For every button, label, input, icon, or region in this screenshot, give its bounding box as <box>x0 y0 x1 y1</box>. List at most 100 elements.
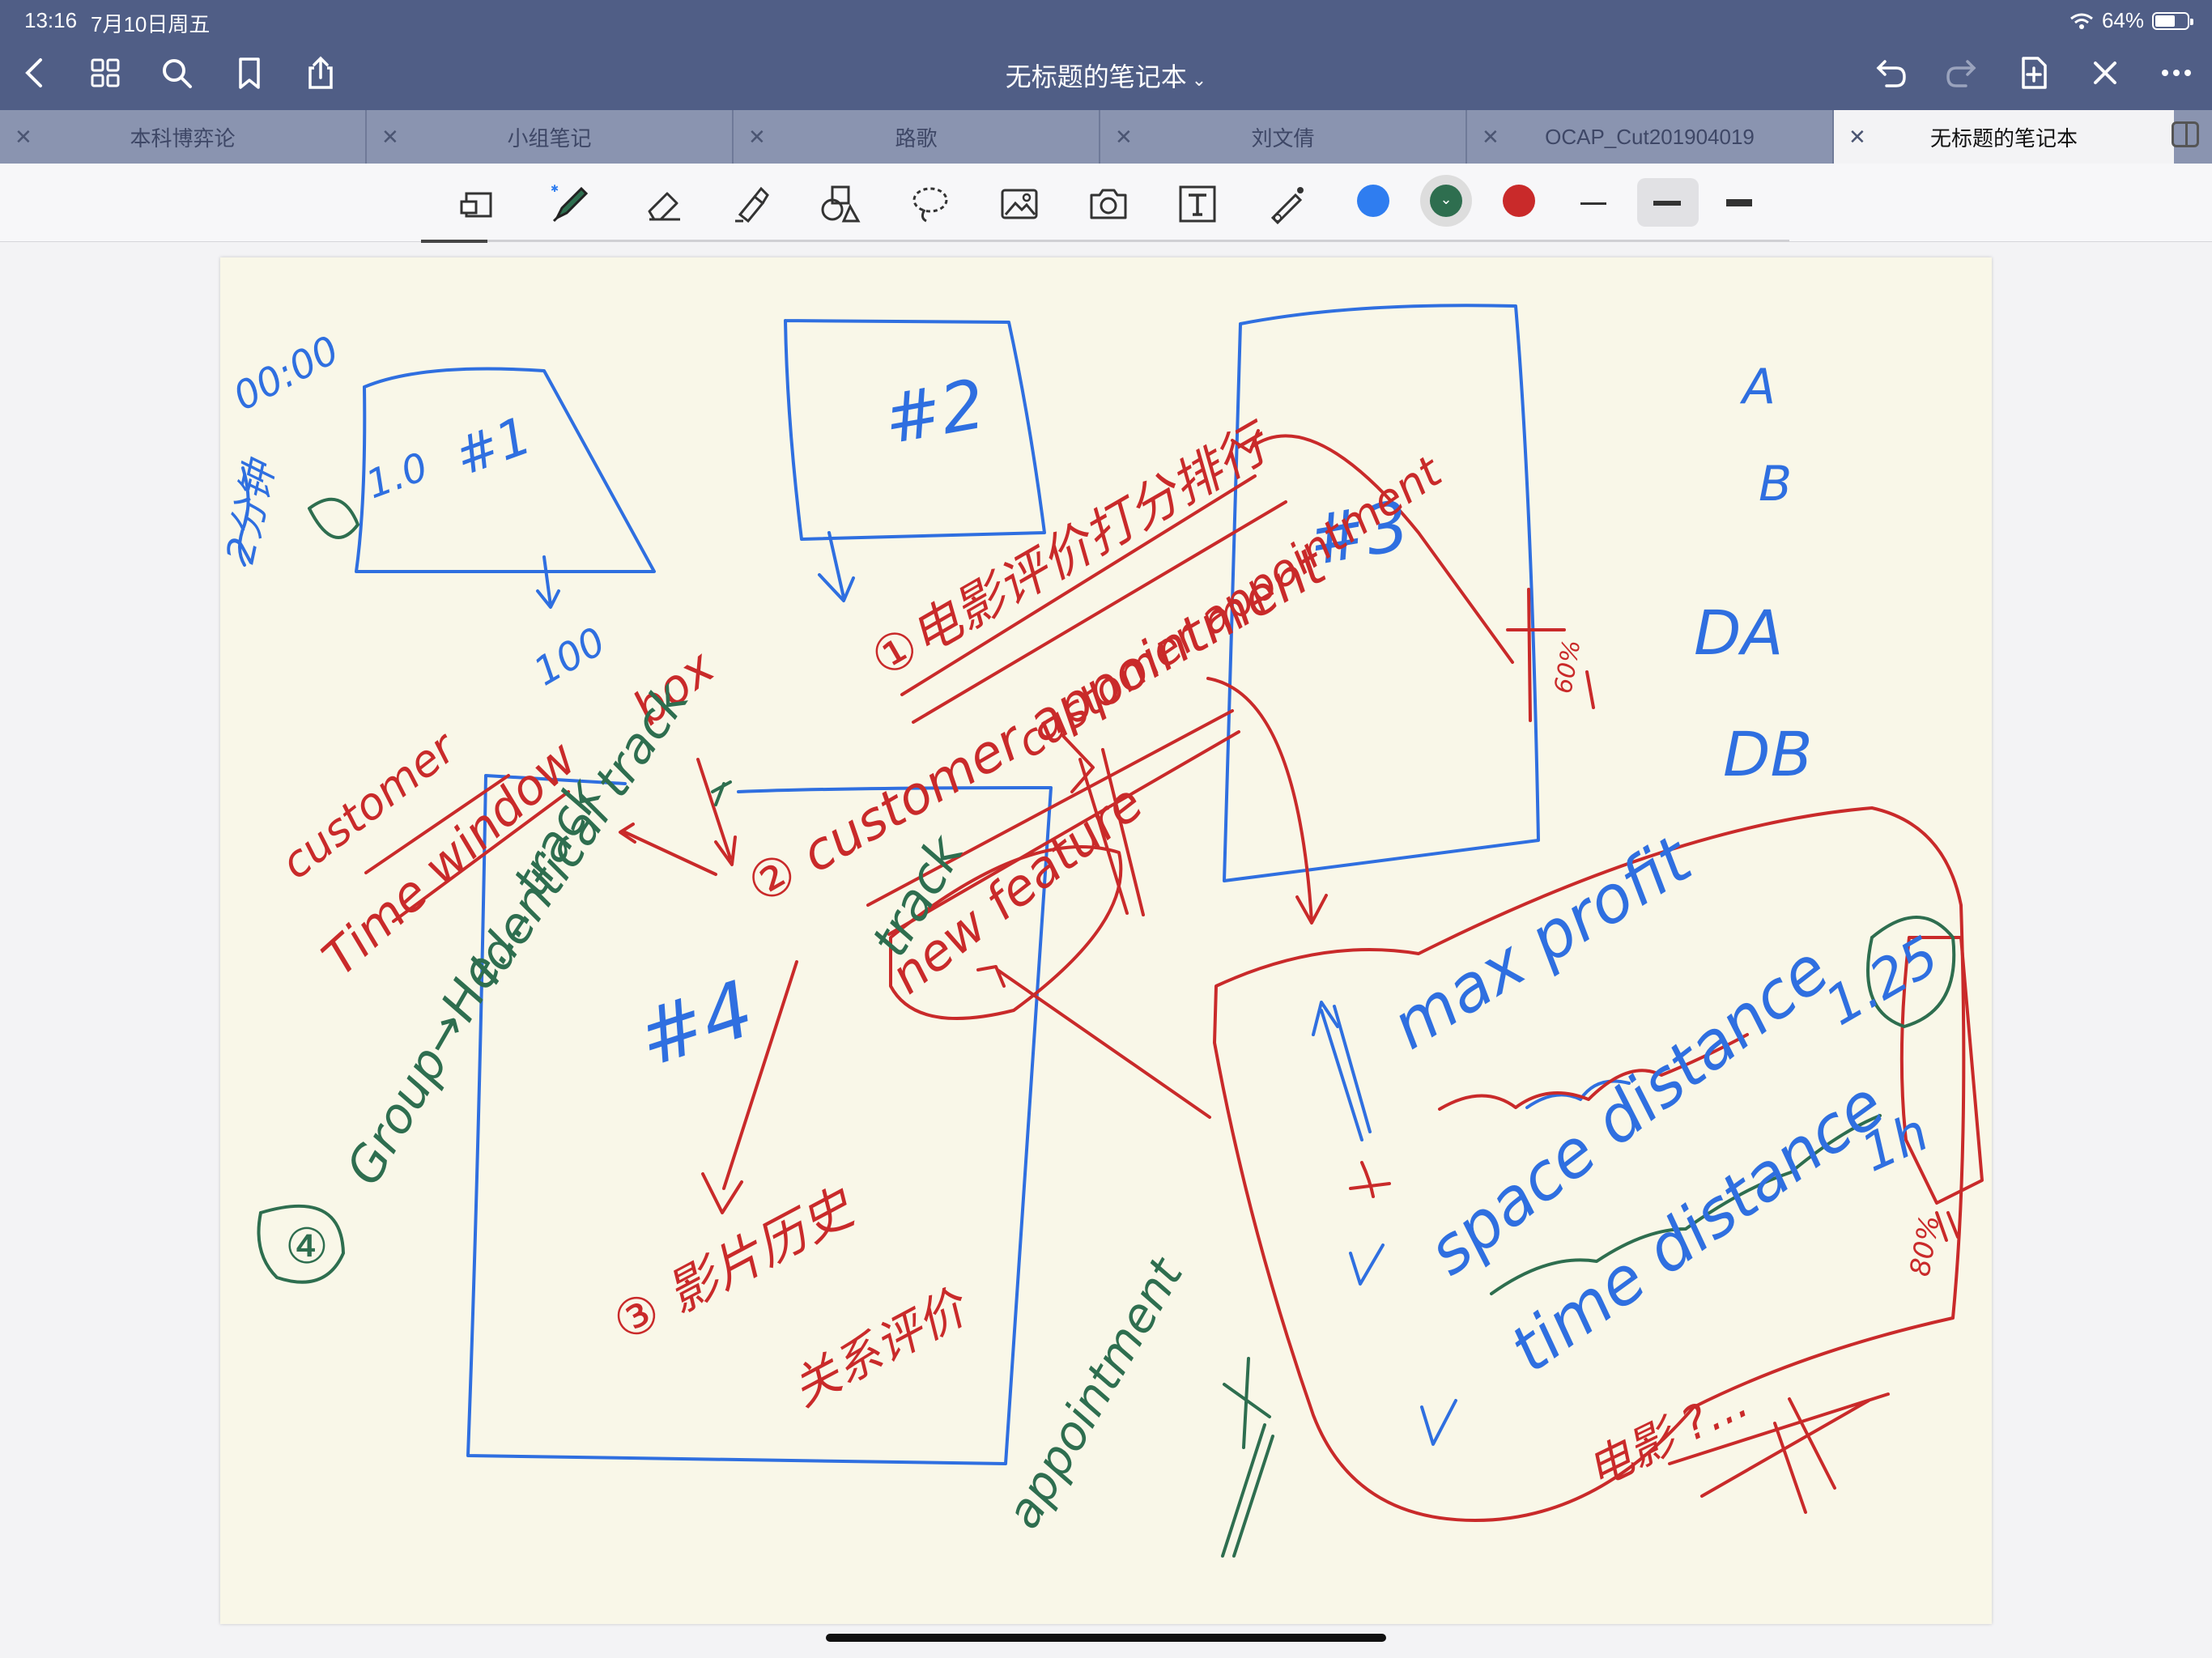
tab-label: 小组笔记 <box>507 125 592 151</box>
shapes-tool[interactable] <box>811 178 868 230</box>
blue-text-2min: 2分钟 <box>220 453 284 567</box>
close-button[interactable] <box>2081 49 2129 97</box>
pen-icon: ✱ <box>551 183 589 223</box>
blue-text-max-profit: max profit <box>1379 821 1706 1064</box>
blue-text-100: 100 <box>526 619 613 695</box>
reader-tool-indicator <box>421 240 487 243</box>
redo-button[interactable] <box>1937 49 1985 97</box>
eraser-icon <box>648 192 680 221</box>
document-title-text: 无标题的笔记本 <box>1005 62 1187 91</box>
check-red <box>1349 1161 1391 1198</box>
tab-label: OCAP_Cut201904019 <box>1545 124 1755 149</box>
wifi-icon <box>2070 13 2093 29</box>
stroke-thick[interactable] <box>1726 199 1752 206</box>
tab-close-icon[interactable]: ✕ <box>381 125 399 150</box>
check-2 <box>1420 1399 1457 1446</box>
tab-2[interactable]: ✕ 小组笔记 <box>367 110 734 164</box>
drawing-toolbar: ✱ <box>0 164 2212 242</box>
more-icon <box>2162 70 2191 76</box>
blue-text-DB: DB <box>1723 718 1813 790</box>
toolbar-divider <box>421 240 1789 242</box>
redo-icon <box>1946 60 1976 87</box>
tab-bar: ✕ 本科博弈论 ✕ 小组笔记 ✕ 路歌 ✕ 刘文倩 ✕ OCAP_Cut201904019… <box>0 110 2212 164</box>
red-text-80: 80% <box>1904 1213 1946 1278</box>
add-page-button[interactable] <box>2010 49 2058 97</box>
tab-close-icon[interactable]: ✕ <box>1482 125 1499 150</box>
text-icon <box>1179 185 1216 223</box>
reader-tool[interactable] <box>450 178 507 230</box>
document-reader-icon <box>460 192 492 218</box>
color-red[interactable] <box>1503 185 1535 217</box>
laser-pointer-icon <box>1270 187 1304 225</box>
tab-6-active[interactable]: ✕ 无标题的笔记本 <box>1834 110 2174 164</box>
chevron-down-icon: ⌄ <box>1440 191 1453 207</box>
battery-percent: 64% <box>2101 8 2144 32</box>
tab-3[interactable]: ✕ 路歌 <box>734 110 1100 164</box>
green-text-appointment: appointment <box>995 1248 1194 1537</box>
blue-text-hash1: #1 <box>447 406 539 488</box>
arrow-down-2 <box>818 531 855 602</box>
tab-close-icon[interactable]: ✕ <box>748 125 766 150</box>
note-page[interactable]: 00:00 2分钟 1.0 #1 100 #2 #3 #4 A B DA DB … <box>220 257 1992 1624</box>
blue-text-DA: DA <box>1694 597 1784 669</box>
blue-text-time-distance: time distance <box>1497 1067 1899 1388</box>
blue-text-hash2: #2 <box>878 364 990 460</box>
blue-text-B: B <box>1759 456 1792 512</box>
image-icon <box>1001 189 1038 219</box>
color-blue[interactable] <box>1357 185 1389 217</box>
check-1 <box>1349 1244 1385 1286</box>
tab-label: 路歌 <box>895 125 938 151</box>
tab-4[interactable]: ✕ 刘文倩 <box>1100 110 1467 164</box>
tab-label: 无标题的笔记本 <box>1929 125 2078 151</box>
undo-button[interactable] <box>1867 49 1916 97</box>
lasso-tool[interactable] <box>902 178 959 230</box>
circle-on-box1 <box>308 497 359 539</box>
text-tool[interactable] <box>1169 178 1226 230</box>
close-icon <box>2094 62 2116 84</box>
status-date: 7月10日周五 <box>91 12 211 36</box>
tab-label: 本科博弈论 <box>130 125 236 151</box>
red-text-60: 60% <box>1549 638 1586 696</box>
stroke-thin[interactable] <box>1580 202 1606 205</box>
red-text-history: ③ 影片历史 <box>603 1176 865 1353</box>
blue-text-A: A <box>1739 359 1776 415</box>
image-tool[interactable] <box>991 178 1048 230</box>
tab-close-icon[interactable]: ✕ <box>1115 125 1133 150</box>
chevron-down-icon: ⌄ <box>1191 70 1207 90</box>
lasso-icon <box>912 187 948 223</box>
tab-close-icon[interactable]: ✕ <box>15 125 32 150</box>
highlighter-tool[interactable] <box>724 178 781 230</box>
handwriting-canvas[interactable]: 00:00 2分钟 1.0 #1 100 #2 #3 #4 A B DA DB … <box>220 257 1992 1624</box>
arrow-diag-red <box>976 965 1211 1119</box>
add-page-icon <box>2022 57 2047 89</box>
green-text-four: ④ <box>285 1218 329 1275</box>
underline-appt <box>1221 1423 1274 1558</box>
arrow-down-red <box>696 758 737 866</box>
status-time: 13:16 <box>24 8 78 32</box>
laser-pointer-tool[interactable] <box>1258 178 1315 230</box>
up-arrow <box>1312 1001 1372 1141</box>
arrow-down-1 <box>536 555 560 609</box>
battery-icon <box>2152 11 2193 30</box>
tab-label: 刘文倩 <box>1251 125 1315 151</box>
split-view-icon[interactable] <box>2172 121 2199 147</box>
blue-text-125: 1.25 <box>1815 925 1950 1038</box>
color-green-selected[interactable]: ⌄ <box>1430 185 1462 217</box>
blue-text-10: 1.0 <box>360 444 434 508</box>
svg-text:✱: ✱ <box>551 183 559 194</box>
tab-5[interactable]: ✕ OCAP_Cut201904019 <box>1467 110 1834 164</box>
home-indicator <box>826 1634 1386 1642</box>
stroke-medium[interactable] <box>1653 201 1681 206</box>
tab-1[interactable]: ✕ 本科博弈论 <box>0 110 367 164</box>
box-3-hook <box>1585 670 1595 709</box>
tab-close-icon[interactable]: ✕ <box>1848 125 1866 150</box>
camera-tool[interactable] <box>1080 178 1137 230</box>
blue-text-0000: 00:00 <box>226 327 346 419</box>
pen-tool[interactable]: ✱ <box>542 178 599 230</box>
arrow-green <box>711 780 732 806</box>
camera-icon <box>1090 189 1127 219</box>
more-button[interactable] <box>2152 49 2201 97</box>
top-bar: 13:16 7月10日周五 64% 无标题的笔记本 ⌄ <box>0 0 2212 110</box>
eraser-tool[interactable] <box>636 178 693 230</box>
blue-text-hash4: #4 <box>627 963 764 1085</box>
